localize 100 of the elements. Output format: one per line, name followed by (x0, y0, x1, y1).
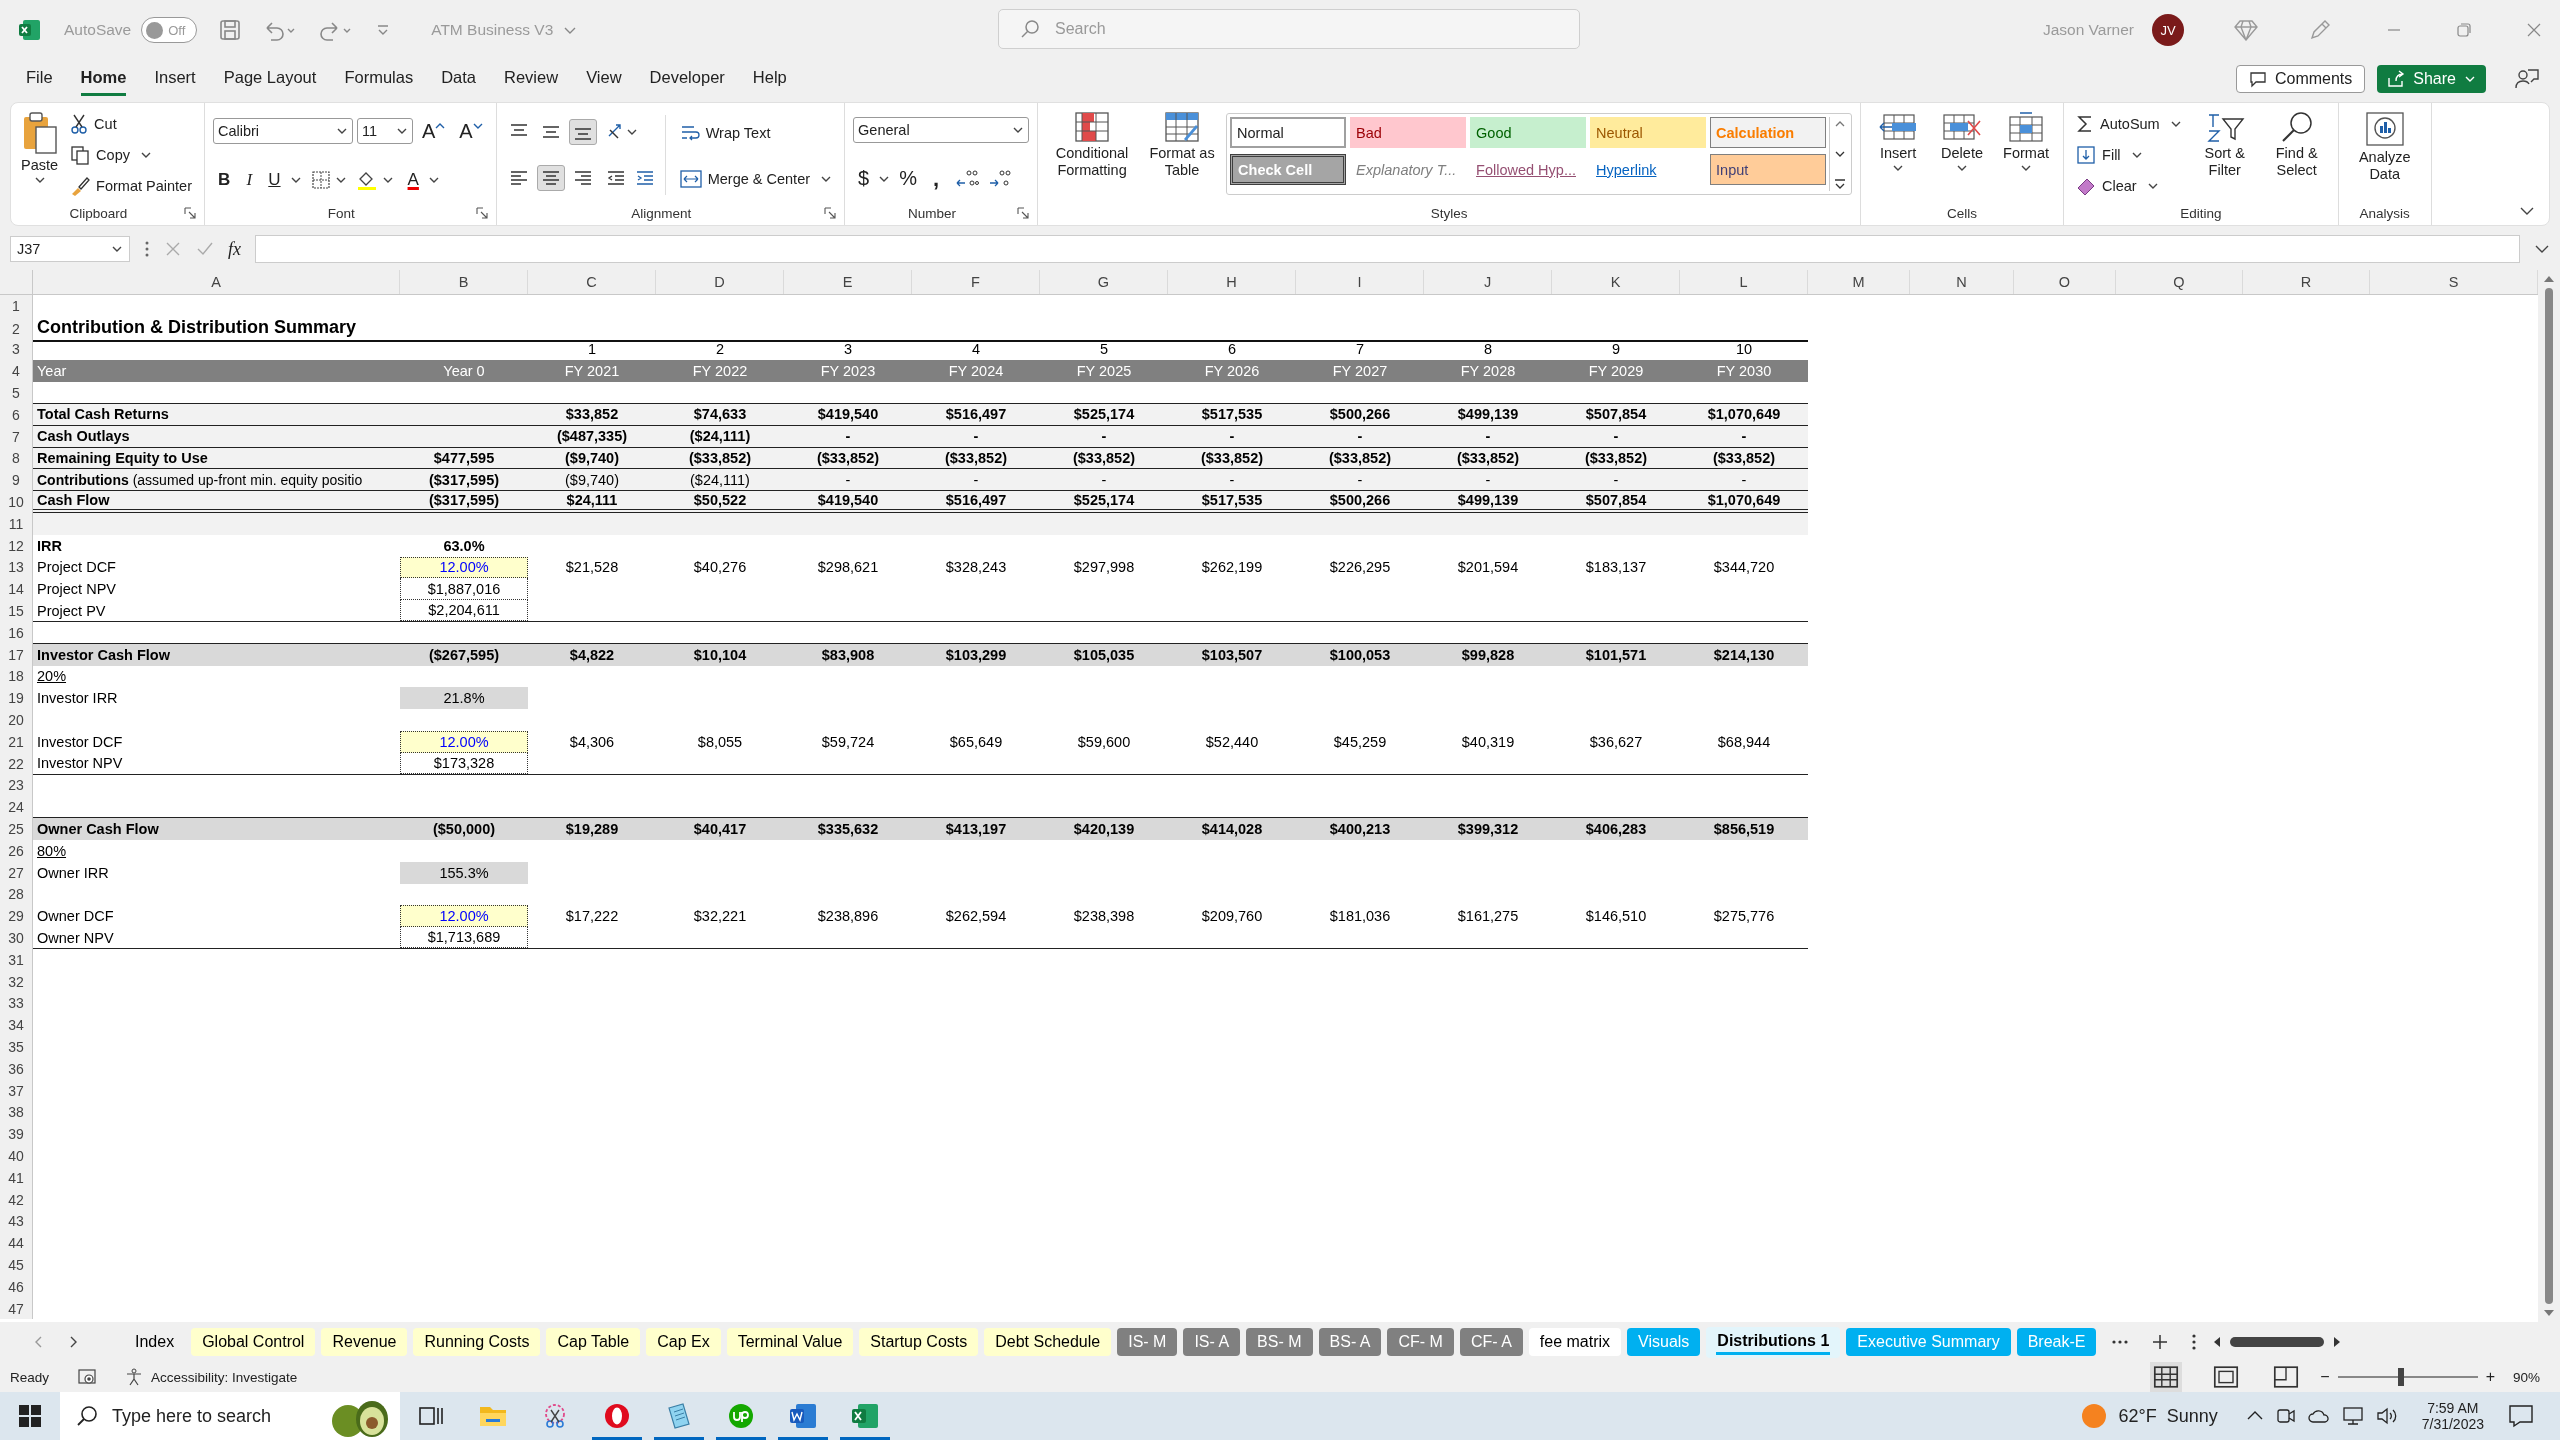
sheet-tab[interactable]: Debt Schedule (984, 1328, 1112, 1356)
row-number[interactable]: 16 (0, 621, 33, 644)
row-number[interactable]: 9 (0, 469, 33, 492)
font-size-field[interactable]: 11 (357, 118, 413, 145)
number-format-field[interactable]: General (853, 116, 1030, 143)
scroll-left-icon[interactable] (2212, 1336, 2223, 1348)
column-header[interactable]: F (912, 270, 1040, 294)
column-header[interactable]: Q (2116, 270, 2243, 294)
column-header[interactable]: O (2014, 270, 2116, 294)
sheet-tab[interactable]: Global Control (191, 1328, 316, 1356)
row-number[interactable]: 10 (0, 491, 33, 513)
row-number[interactable]: 27 (0, 861, 33, 884)
row-number[interactable]: 17 (0, 643, 33, 666)
row-number[interactable]: 26 (0, 839, 33, 862)
scroll-thumb[interactable] (2545, 288, 2553, 1304)
underline-button[interactable]: U (263, 168, 286, 193)
italic-button[interactable]: I (239, 168, 260, 193)
find-select-button[interactable]: Find & Select (2263, 109, 2330, 201)
row-number[interactable]: 37 (0, 1079, 33, 1102)
camera-icon[interactable] (2275, 1406, 2296, 1426)
row-number[interactable]: 38 (0, 1101, 33, 1124)
column-header[interactable]: N (1910, 270, 2014, 294)
row-number[interactable]: 6 (0, 404, 33, 426)
cell-style-option[interactable]: Neutral (1590, 117, 1707, 148)
row-number[interactable]: 47 (0, 1297, 33, 1320)
row-number[interactable]: 46 (0, 1275, 33, 1298)
macro-record-icon[interactable] (77, 1368, 98, 1386)
row-number[interactable]: 19 (0, 687, 33, 710)
row-number[interactable]: 36 (0, 1057, 33, 1080)
user-avatar[interactable]: JV (2152, 14, 2184, 46)
format-as-table-button[interactable]: Format as Table (1144, 109, 1221, 201)
weather-temperature[interactable]: 62°F (2118, 1405, 2157, 1427)
paste-button[interactable]: Paste (19, 109, 61, 201)
row-number[interactable]: 44 (0, 1232, 33, 1255)
format-painter-button[interactable]: Format Painter (66, 173, 196, 198)
sheet-tab[interactable]: Distributions 1 (1706, 1326, 1841, 1358)
menu-tab[interactable]: Formulas (344, 62, 414, 96)
column-header[interactable]: E (784, 270, 912, 294)
collapse-ribbon-icon[interactable] (2519, 205, 2535, 217)
font-color-button[interactable]: A (402, 168, 424, 193)
row-number[interactable]: 23 (0, 774, 33, 797)
row-number[interactable]: 20 (0, 709, 33, 731)
column-header[interactable]: G (1040, 270, 1168, 294)
row-number[interactable]: 15 (0, 600, 33, 622)
merge-center-button[interactable]: Merge & Center (675, 167, 837, 190)
scroll-thumb[interactable] (2230, 1337, 2325, 1347)
sheet-tab[interactable]: CF- A (1459, 1328, 1523, 1356)
launcher-icon[interactable] (824, 207, 837, 219)
autosum-button[interactable]: AutoSum (2072, 112, 2186, 137)
launcher-icon[interactable] (184, 207, 196, 219)
row-number[interactable]: 32 (0, 970, 33, 993)
row-number[interactable]: 21 (0, 730, 33, 753)
cells-button[interactable]: Insert (1869, 109, 1928, 201)
row-number[interactable]: 39 (0, 1123, 33, 1146)
menu-tab[interactable]: Help (752, 62, 787, 96)
sheet-tab[interactable]: IS- M (1117, 1328, 1178, 1356)
row-number[interactable]: 13 (0, 556, 33, 579)
normal-view-icon[interactable] (2150, 1362, 2183, 1392)
menu-tab[interactable]: Insert (154, 62, 196, 96)
notification-icon[interactable] (2508, 1404, 2534, 1428)
sheet-tab[interactable]: Revenue (321, 1328, 408, 1356)
clock-date[interactable]: 7/31/2023 (2421, 1416, 2484, 1432)
sheet-tab[interactable]: Startup Costs (859, 1328, 979, 1356)
vertical-align-button[interactable] (568, 119, 597, 145)
row-number[interactable]: 8 (0, 447, 33, 470)
cell-style-option[interactable]: Hyperlink (1590, 154, 1707, 185)
menu-tab[interactable]: Developer (649, 62, 725, 96)
sheet-tab[interactable]: Cap Ex (646, 1328, 721, 1356)
cell-style-option[interactable]: Followed Hyp... (1470, 154, 1587, 185)
row-number[interactable]: 33 (0, 992, 33, 1015)
zoom-level[interactable]: 90% (2512, 1369, 2540, 1385)
formula-input[interactable] (255, 235, 2520, 263)
row-number[interactable]: 5 (0, 382, 33, 404)
row-number[interactable]: 24 (0, 796, 33, 819)
bold-button[interactable]: B (213, 168, 236, 193)
row-number[interactable]: 25 (0, 818, 33, 840)
close-icon[interactable] (2526, 22, 2542, 38)
zoom-thumb[interactable] (2397, 1368, 2404, 1386)
sort-filter-button[interactable]: Sort & Filter (2191, 109, 2258, 201)
column-header[interactable]: R (2243, 270, 2370, 294)
search-field[interactable]: Search (998, 9, 1580, 49)
shrink-font-button[interactable]: A (454, 117, 488, 145)
accessibility-status[interactable]: Accessibility: Investigate (151, 1369, 298, 1385)
column-header[interactable]: D (656, 270, 784, 294)
horizontal-align-button[interactable] (536, 165, 565, 191)
row-number[interactable]: 12 (0, 534, 33, 557)
cell-style-option[interactable]: Good (1470, 117, 1587, 148)
font-name-field[interactable]: Calibri (213, 118, 353, 145)
clock-time[interactable]: 7:59 AM (2427, 1400, 2479, 1416)
copy-button[interactable]: Copy (66, 143, 196, 167)
fill-button[interactable]: Fill (2072, 143, 2186, 167)
column-header[interactable]: I (1296, 270, 1424, 294)
analyze-data-button[interactable]: Analyze Data (2346, 109, 2423, 201)
sheet-tab[interactable]: IS- A (1183, 1328, 1241, 1356)
scroll-up-icon[interactable] (2543, 274, 2555, 284)
cell-style-option[interactable]: Explanatory T... (1350, 154, 1467, 185)
menu-tab[interactable]: Review (504, 62, 559, 96)
menu-tab[interactable]: Page Layout (223, 62, 317, 96)
row-number[interactable]: 35 (0, 1036, 33, 1058)
row-number[interactable]: 29 (0, 905, 33, 928)
